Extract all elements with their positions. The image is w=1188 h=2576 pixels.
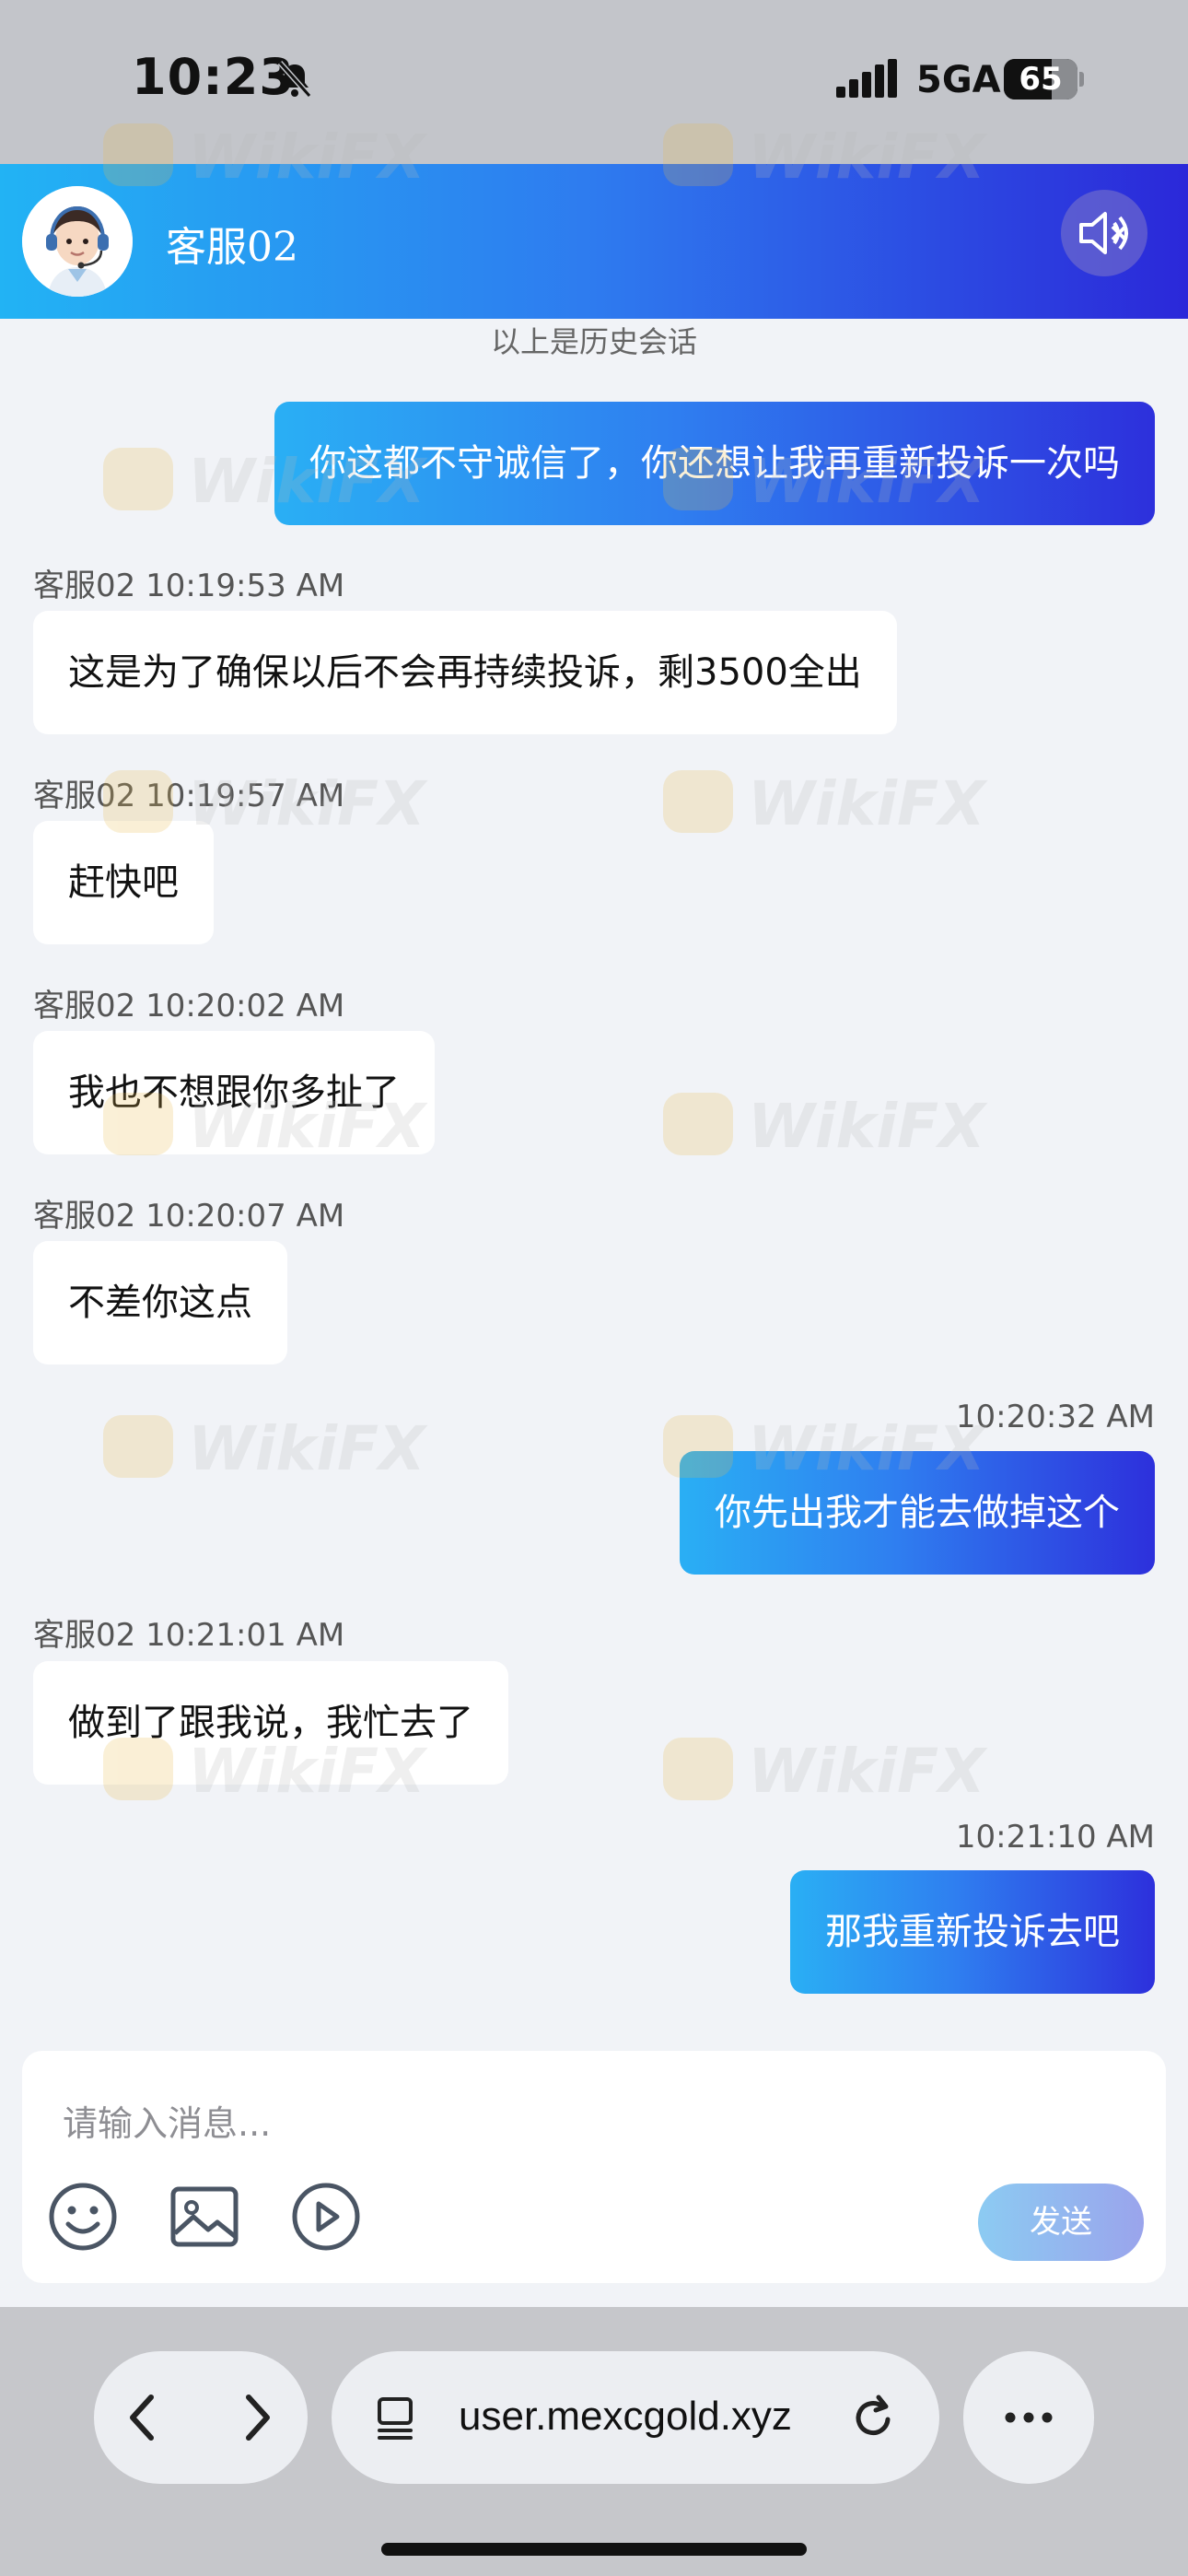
speaker-muted-icon [1079,212,1128,254]
chat-message-list[interactable]: 以上是历史会话 你这都不守诚信了，你还想让我再重新投诉一次吗 客服02 10:1… [0,319,1188,2029]
back-button[interactable] [107,2381,181,2454]
incoming-message-bubble[interactable]: 不差你这点 [33,1241,287,1364]
message-meta: 10:20:32 AM [955,1399,1155,1435]
back-icon [130,2395,154,2441]
status-time: 10:23 [132,48,295,106]
chat-header: 客服02 [0,164,1188,319]
video-button[interactable] [289,2180,363,2254]
message-meta: 客服02 10:20:02 AM [33,988,345,1025]
navigation-controls [94,2351,308,2484]
image-button[interactable] [168,2180,241,2254]
url-text: user.mexcgold.xyz [459,2394,792,2439]
incoming-message-bubble[interactable]: 做到了跟我说，我忙去了 [33,1661,508,1785]
agent-name: 客服02 [166,224,298,271]
address-bar[interactable]: user.mexcgold.xyz [332,2351,939,2484]
battery-icon: 65 [1004,59,1084,100]
message-meta: 10:21:10 AM [955,1819,1155,1856]
incoming-message-bubble[interactable]: 这是为了确保以后不会再持续投诉，剩3500全出 [33,611,897,734]
message-meta: 客服02 10:19:57 AM [33,778,345,814]
reload-button[interactable] [844,2388,903,2447]
emoji-button[interactable] [46,2180,120,2254]
browser-toolbar: user.mexcgold.xyz [0,2307,1188,2576]
battery-level: 65 [1019,61,1063,98]
headset-agent-avatar [22,186,133,297]
signal-icon [836,59,897,98]
incoming-message-bubble[interactable]: 赶快吧 [33,821,214,944]
outgoing-message-bubble[interactable]: 你这都不守诚信了，你还想让我再重新投诉一次吗 [274,402,1155,525]
mute-toggle-button[interactable] [1061,190,1147,276]
forward-icon [246,2395,270,2441]
message-meta: 客服02 10:21:01 AM [33,1617,345,1654]
history-divider: 以上是历史会话 [490,324,697,359]
home-indicator[interactable] [381,2543,807,2556]
message-meta: 客服02 10:19:53 AM [33,568,345,604]
outgoing-message-bubble[interactable]: 那我重新投诉去吧 [790,1870,1155,1994]
emoji-icon [49,2183,117,2251]
message-composer: 发送 [22,2051,1166,2283]
agent-avatar [22,186,133,297]
more-button[interactable] [963,2351,1094,2484]
bell-muted-icon [277,61,312,98]
network-type: 5GA [916,59,1001,101]
reload-icon [856,2395,891,2436]
image-icon [170,2186,239,2247]
incoming-message-bubble[interactable]: 我也不想跟你多扯了 [33,1031,435,1154]
outgoing-message-bubble[interactable]: 你先出我才能去做掉这个 [680,1451,1155,1575]
message-meta: 客服02 10:20:07 AM [33,1198,345,1235]
status-bar: 10:23 5GA 65 [0,0,1188,164]
message-input[interactable] [63,2101,891,2147]
forward-button[interactable] [219,2381,293,2454]
tabs-icon [378,2397,413,2440]
send-button[interactable]: 发送 [978,2184,1144,2261]
video-play-icon [292,2183,360,2251]
more-icon [1005,2412,1053,2423]
